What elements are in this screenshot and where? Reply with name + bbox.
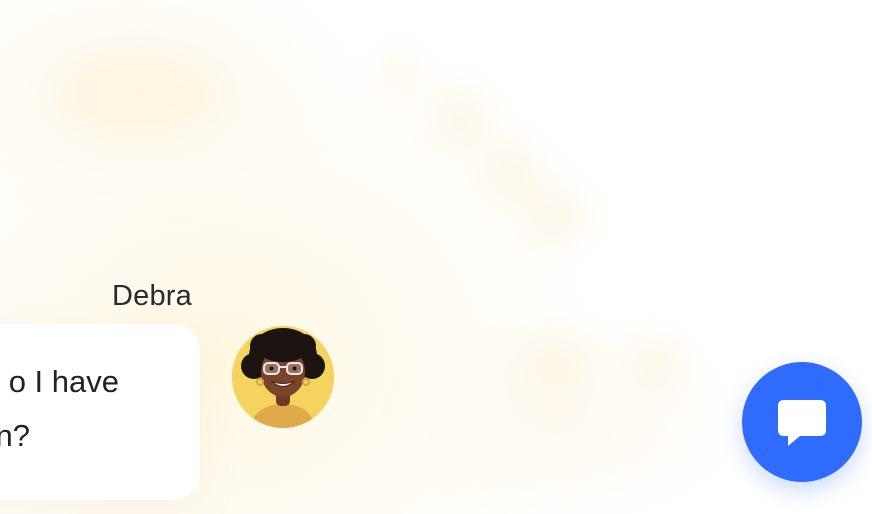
background-glow [380, 55, 420, 95]
chat-bubble-icon [778, 400, 826, 446]
person-portrait-icon [232, 326, 334, 428]
background-glow [60, 60, 220, 130]
background-glow [520, 340, 590, 390]
message-bubble: o I have n? [0, 324, 200, 500]
message-line: n? [0, 418, 30, 453]
background-glow [525, 185, 585, 245]
chat-widget-preview: Debra o I have n? [0, 0, 872, 514]
message-line: o I have [8, 364, 119, 399]
open-chat-button[interactable] [742, 362, 862, 482]
background-glow [630, 340, 680, 390]
background-glow [480, 140, 540, 200]
background-glow [430, 90, 490, 150]
sender-name: Debra [112, 280, 192, 312]
avatar [232, 326, 334, 428]
